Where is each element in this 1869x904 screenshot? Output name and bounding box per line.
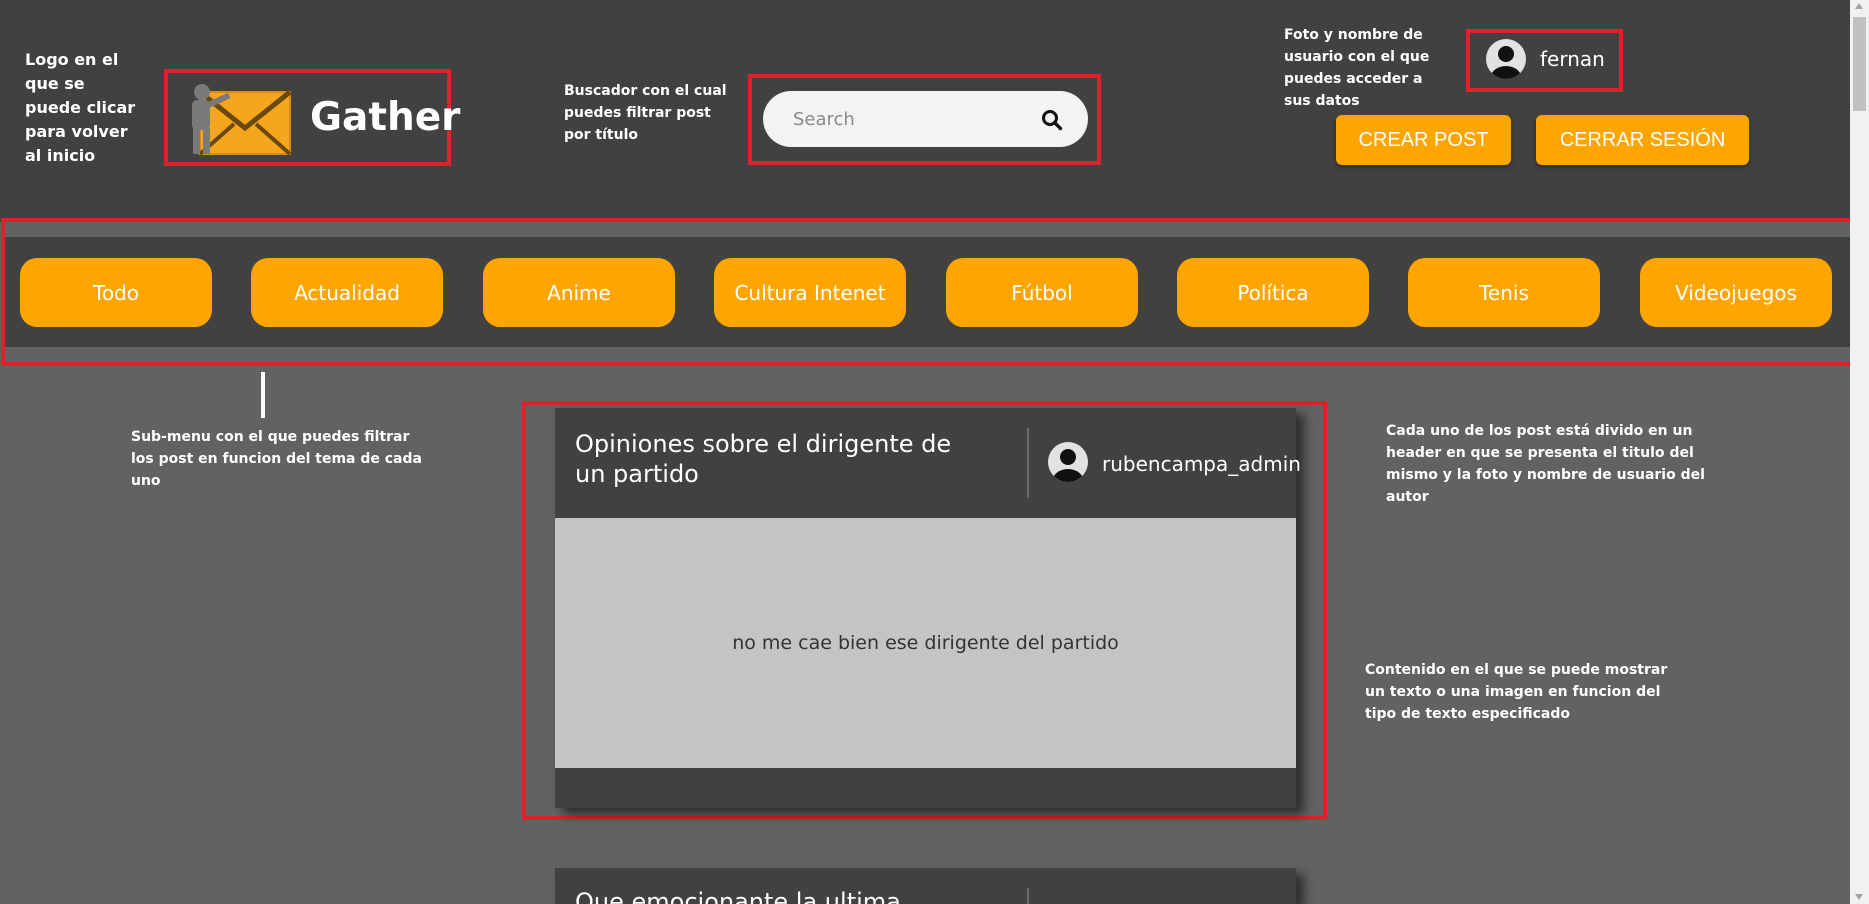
category-todo[interactable]: Todo [20, 258, 212, 327]
logo-title: Gather [310, 95, 461, 140]
envelope-logo-icon [192, 84, 292, 156]
author-avatar[interactable] [1048, 442, 1088, 482]
scrollbar-thumb[interactable] [1853, 17, 1866, 111]
scroll-up-icon[interactable] [1855, 3, 1863, 9]
post-card[interactable]: Que emocionante la ultima [555, 868, 1296, 904]
search-input[interactable] [763, 91, 1088, 147]
post-content-annotation: Contenido en el que se puede mostrar un … [1365, 662, 1668, 722]
category-actualidad[interactable]: Actualidad [251, 258, 443, 327]
post-header-annotation: Cada uno de los post está divido en un h… [1386, 423, 1705, 505]
author-avatar-icon [1053, 449, 1083, 482]
annotation-connector [261, 372, 265, 418]
post-author[interactable]: rubencampa_admin [1102, 452, 1301, 476]
search-annotation: Buscador con el cual puedes filtrar post… [564, 83, 727, 143]
page: Logo en el que se puede clicar para volv… [0, 0, 1869, 904]
category-anime[interactable]: Anime [483, 258, 675, 327]
submenu-annotation: Sub-menu con el que puedes filtrar los p… [131, 429, 422, 489]
username-label[interactable]: fernan [1540, 47, 1605, 71]
user-avatar[interactable] [1486, 39, 1526, 79]
post-footer [555, 768, 1296, 808]
category-tenis[interactable]: Tenis [1408, 258, 1600, 327]
logo[interactable]: Gather [184, 84, 460, 156]
post-header: Opiniones sobre el dirigente de un parti… [555, 408, 1301, 518]
category-politica[interactable]: Política [1177, 258, 1369, 327]
user-annotation: Foto y nombre de usuario con el que pued… [1284, 27, 1430, 109]
category-cultura-internet[interactable]: Cultura Intenet [714, 258, 906, 327]
post-header-divider [1027, 888, 1029, 904]
post-header-divider [1027, 428, 1029, 498]
search-icon[interactable] [1041, 109, 1063, 131]
post-card[interactable]: Opiniones sobre el dirigente de un parti… [555, 408, 1301, 808]
vertical-scrollbar[interactable] [1850, 0, 1869, 904]
user-avatar-icon [1491, 46, 1521, 79]
post-title[interactable]: Opiniones sobre el dirigente de un parti… [575, 429, 970, 489]
logo-annotation: Logo en el que se puede clicar para volv… [25, 50, 136, 165]
post-content: no me cae bien ese dirigente del partido [555, 518, 1296, 768]
post-title[interactable]: Que emocionante la ultima [575, 888, 901, 904]
scroll-down-icon[interactable] [1855, 894, 1863, 900]
category-videojuegos[interactable]: Videojuegos [1640, 258, 1832, 327]
category-futbol[interactable]: Fútbol [946, 258, 1138, 327]
create-post-button[interactable]: CREAR POST [1336, 115, 1511, 165]
logout-button[interactable]: CERRAR SESIÓN [1536, 115, 1749, 165]
